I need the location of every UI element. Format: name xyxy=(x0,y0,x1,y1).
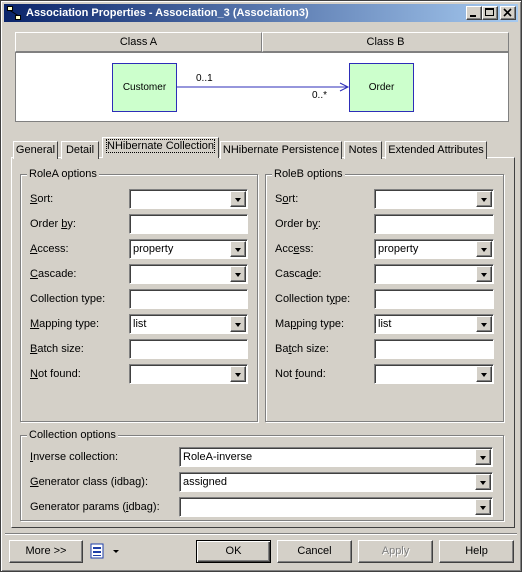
roleb-cascade-select[interactable] xyxy=(374,264,494,284)
rolea-notfound-label: Not found: xyxy=(30,368,81,380)
minimize-icon xyxy=(470,15,476,17)
generator-params-label: Generator params (idbag): xyxy=(30,501,160,513)
roleb-orderby-label: Order by: xyxy=(275,218,321,230)
roleb-mappingtype-select[interactable]: list xyxy=(374,314,494,334)
roleb-sort-label: Sort: xyxy=(275,193,299,205)
rolea-cascade-label: Cascade: xyxy=(30,268,77,280)
title-bar[interactable]: Association Properties - Association_3 (… xyxy=(4,4,518,22)
chevron-down-icon[interactable] xyxy=(230,316,246,332)
rolea-access-select[interactable]: property xyxy=(129,239,248,259)
roleb-mappingtype-label: Mapping type: xyxy=(275,318,345,330)
chevron-down-icon[interactable] xyxy=(230,366,246,382)
rolea-batchsize-input[interactable] xyxy=(129,339,248,359)
roleb-notfound-label: Not found: xyxy=(275,368,326,380)
chevron-down-icon[interactable] xyxy=(476,366,492,382)
roleb-options-title: RoleB options xyxy=(272,167,345,181)
close-icon xyxy=(503,8,512,17)
rolea-notfound-select[interactable] xyxy=(129,364,248,384)
close-button[interactable] xyxy=(500,6,516,20)
cancel-button[interactable]: Cancel xyxy=(277,540,352,563)
tab-detail[interactable]: Detail xyxy=(61,141,99,159)
roleb-orderby-input[interactable] xyxy=(374,214,494,234)
tab-notes[interactable]: Notes xyxy=(344,141,382,159)
class-a-header: Class A xyxy=(15,32,262,52)
report-menu-button[interactable] xyxy=(88,541,124,562)
rolea-mappingtype-label: Mapping type: xyxy=(30,318,100,330)
chevron-down-icon[interactable] xyxy=(475,449,491,465)
multiplicity-b: 0..* xyxy=(312,90,328,101)
chevron-down-icon[interactable] xyxy=(476,241,492,257)
window-title: Association Properties - Association_3 (… xyxy=(26,7,309,19)
roleb-collectiontype-label: Collection type: xyxy=(275,293,351,305)
inverse-collection-select[interactable]: RoleA-inverse xyxy=(179,447,493,467)
more-button[interactable]: More >> xyxy=(9,540,83,563)
chevron-down-icon[interactable] xyxy=(230,241,246,257)
rolea-orderby-label: Order by: xyxy=(30,218,76,230)
properties-dialog: Association Properties - Association_3 (… xyxy=(0,0,522,572)
generator-class-select[interactable]: assigned xyxy=(179,472,493,492)
chevron-down-icon[interactable] xyxy=(230,266,246,282)
chevron-down-icon[interactable] xyxy=(230,191,246,207)
collection-options-title: Collection options xyxy=(27,428,118,442)
rolea-collectiontype-input[interactable] xyxy=(129,289,248,309)
report-icon xyxy=(90,543,119,559)
multiplicity-a: 0..1 xyxy=(196,73,213,84)
roleb-sort-select[interactable] xyxy=(374,189,494,209)
roleb-collectiontype-input[interactable] xyxy=(374,289,494,309)
tab-nhibernate-persistence[interactable]: NHibernate Persistence xyxy=(220,141,342,159)
help-button[interactable]: Help xyxy=(439,540,514,563)
roleb-access-select[interactable]: property xyxy=(374,239,494,259)
rolea-access-label: Access: xyxy=(30,243,69,255)
chevron-down-icon[interactable] xyxy=(476,266,492,282)
minimize-button[interactable] xyxy=(466,6,482,20)
chevron-down-icon[interactable] xyxy=(476,316,492,332)
ok-button[interactable]: OK xyxy=(196,540,271,563)
rolea-sort-label: Sort: xyxy=(30,193,54,205)
footer-divider xyxy=(5,533,517,535)
chevron-down-icon[interactable] xyxy=(476,191,492,207)
roleb-notfound-select[interactable] xyxy=(374,364,494,384)
association-icon xyxy=(7,6,21,20)
tab-extended-attributes[interactable]: Extended Attributes xyxy=(385,141,487,159)
maximize-icon xyxy=(485,8,494,16)
maximize-button[interactable] xyxy=(482,6,498,20)
association-line xyxy=(177,82,350,92)
rolea-batchsize-label: Batch size: xyxy=(30,343,84,355)
dropdown-arrow-icon xyxy=(113,550,119,553)
roleb-access-label: Access: xyxy=(275,243,314,255)
rolea-sort-select[interactable] xyxy=(129,189,248,209)
rolea-options-title: RoleA options xyxy=(27,167,99,181)
generator-class-label: Generator class (idbag): xyxy=(30,476,149,488)
rolea-cascade-select[interactable] xyxy=(129,264,248,284)
rolea-mappingtype-select[interactable]: list xyxy=(129,314,248,334)
rolea-collectiontype-label: Collection type: xyxy=(30,293,106,305)
collection-options-group: Collection options Inverse collection: R… xyxy=(20,428,504,521)
rolea-options-group: RoleA options Sort: Order by: Access: pr… xyxy=(20,167,258,422)
apply-button[interactable]: Apply xyxy=(358,540,433,563)
roleb-options-group: RoleB options Sort: Order by: Access: pr… xyxy=(265,167,504,422)
roleb-batchsize-label: Batch size: xyxy=(275,343,329,355)
association-diagram: Customer Order 0..1 0..* xyxy=(15,52,509,122)
tab-general[interactable]: General xyxy=(13,141,58,159)
inverse-collection-label: Inverse collection: xyxy=(30,451,119,463)
rolea-orderby-input[interactable] xyxy=(129,214,248,234)
tab-nhibernate-collection[interactable]: NHibernate Collection xyxy=(102,137,219,158)
chevron-down-icon[interactable] xyxy=(475,499,491,515)
generator-params-select[interactable] xyxy=(179,497,493,517)
roleb-cascade-label: Cascade: xyxy=(275,268,322,280)
chevron-down-icon[interactable] xyxy=(475,474,491,490)
class-b-header: Class B xyxy=(262,32,509,52)
roleb-batchsize-input[interactable] xyxy=(374,339,494,359)
tab-panel: RoleA options Sort: Order by: Access: pr… xyxy=(11,157,515,528)
